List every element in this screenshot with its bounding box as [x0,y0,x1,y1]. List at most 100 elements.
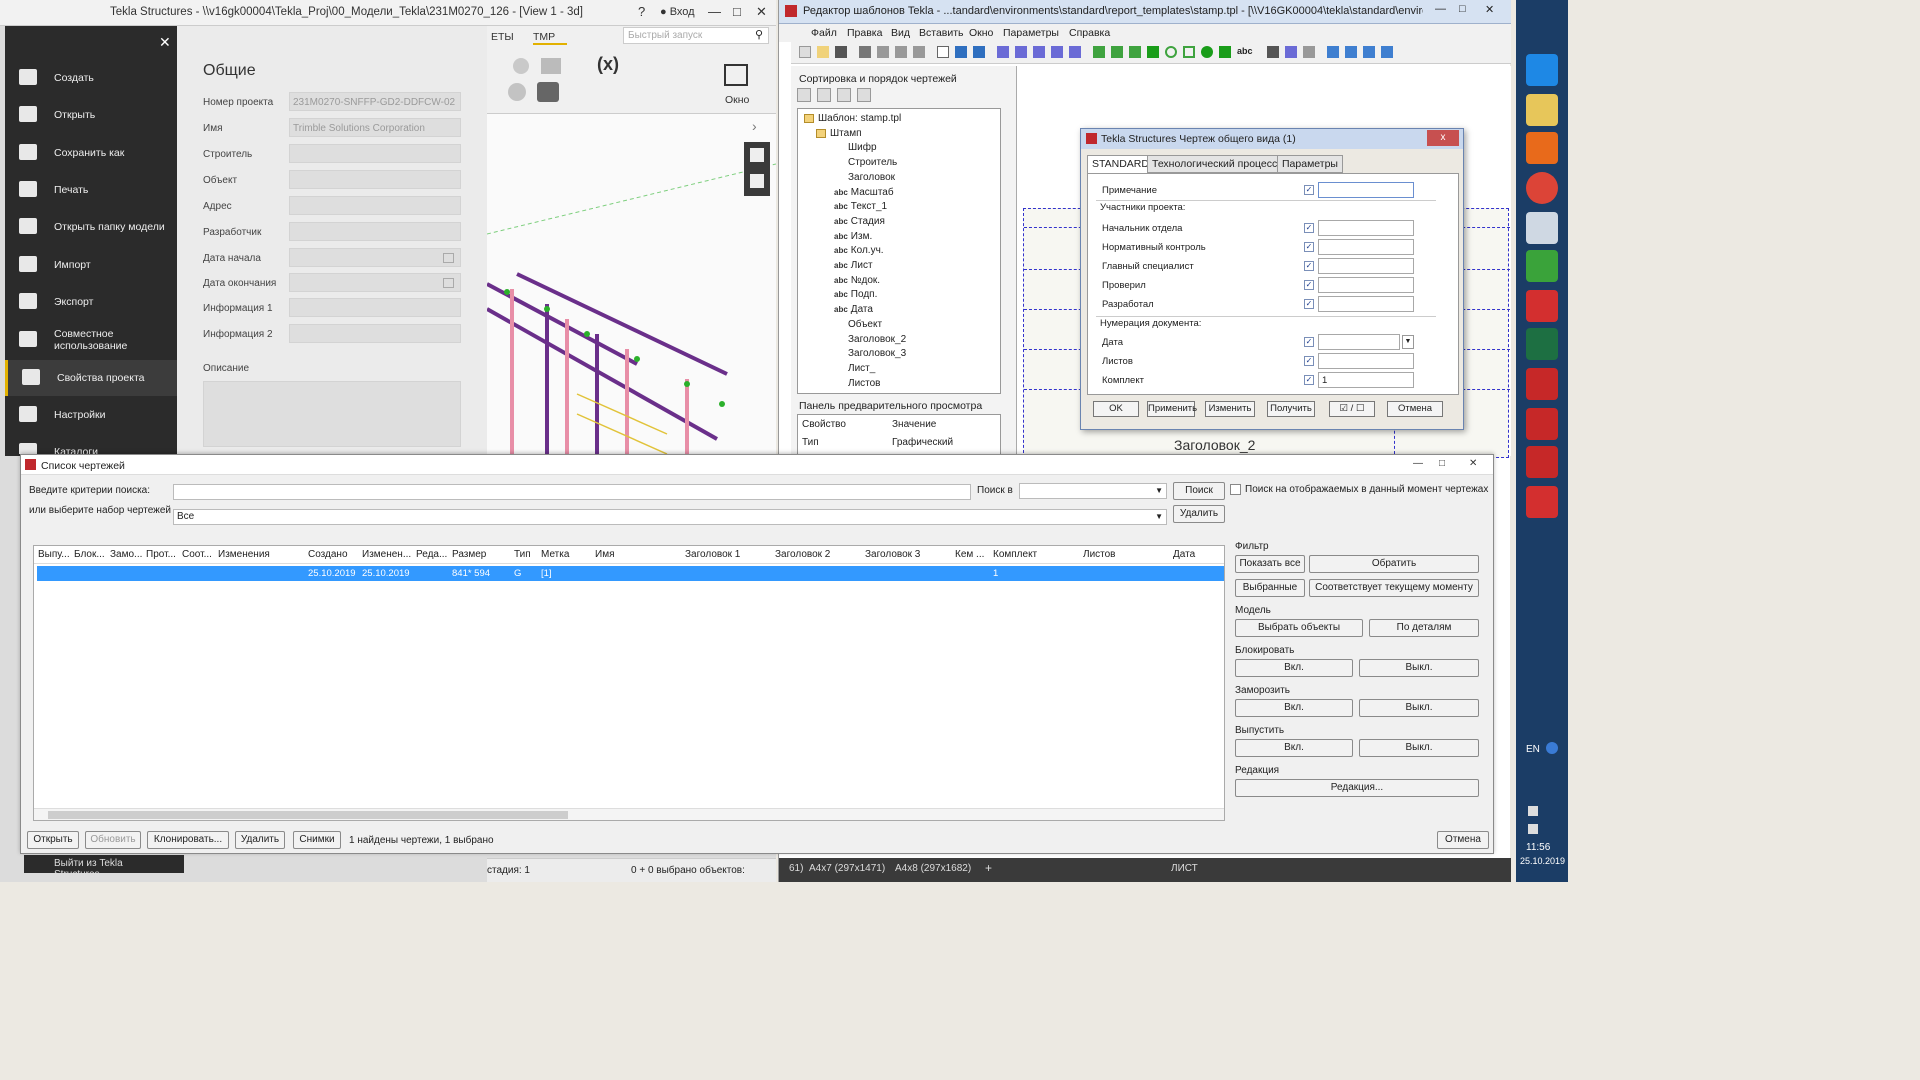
participant-field[interactable] [1318,258,1414,274]
sheet-tab[interactable]: A4x8 (297x1682) [895,863,971,874]
move-bottom-icon[interactable] [857,88,871,102]
column-header[interactable]: Кем ... [955,549,989,560]
sheet-mode-label[interactable]: ЛИСТ [1171,863,1198,874]
tree-item[interactable]: abc Текст_1 [834,201,887,212]
update-button[interactable]: Обновить [85,831,141,849]
menu-file[interactable]: Файл [811,27,837,39]
filled-rect-icon[interactable] [1219,46,1231,58]
participant-field[interactable] [1318,220,1414,236]
sheet-tab[interactable]: 61) [789,863,803,874]
maximize-button[interactable]: □ [1439,458,1445,469]
help-button[interactable]: ? [638,4,645,19]
search-button[interactable]: Поиск [1173,482,1225,500]
column-header[interactable]: Заголовок 1 [685,549,771,560]
column-header[interactable]: Тип [514,549,538,560]
move-top-icon[interactable] [837,88,851,102]
line-tool-icon[interactable] [1093,46,1105,58]
nav-item-project-properties[interactable]: Свойства проекта [5,360,177,396]
search-in-select[interactable]: ▼ [1019,483,1167,499]
nav-item-new[interactable]: Создать [5,60,177,96]
nav-item-open-model-folder[interactable]: Открыть папку модели [5,209,177,245]
tree-item[interactable]: abc Стадия [834,216,885,227]
text-tool-icon[interactable]: abc [1237,46,1253,56]
delete-icon[interactable] [913,46,925,58]
tree-item[interactable]: Лист_ [834,363,875,374]
zoom-fit-icon[interactable] [1381,46,1393,58]
clock-time[interactable]: 11:56 [1526,842,1550,853]
info2-field[interactable] [289,324,461,343]
issue-off-button[interactable]: Выкл. [1359,739,1479,757]
chrome-icon[interactable] [1526,172,1558,204]
menu-insert[interactable]: Вставить [919,27,964,39]
menu-window[interactable]: Окно [969,27,993,39]
tree-item[interactable]: abc Кол.уч. [834,245,884,256]
address-field[interactable] [289,196,461,215]
column-header[interactable]: Прот... [146,549,180,560]
object-field[interactable] [289,170,461,189]
tree-item[interactable]: abc Масштаб [834,187,894,198]
tree-item[interactable]: Заголовок_2 [834,334,906,345]
project-number-field[interactable]: 231M0270-SNFFP-GD2-DDFCW-02 [289,92,461,111]
pan-icon[interactable] [1327,46,1339,58]
tree-item[interactable]: Листов [834,378,881,389]
language-indicator[interactable]: EN [1526,744,1540,755]
ribbon-tab-tmp[interactable]: TMP [533,31,567,45]
participant-checkbox[interactable]: ✓ [1304,261,1314,271]
calendar-icon[interactable] [443,253,454,263]
maximize-button[interactable]: □ [1459,3,1466,15]
scrollbar-thumb[interactable] [48,811,568,819]
column-header[interactable]: Выпу... [38,549,72,560]
drawing-set-select[interactable]: Все ▼ [173,509,1167,525]
window-icon[interactable] [724,64,748,86]
new-icon[interactable] [799,46,811,58]
nav-item-save-as[interactable]: Сохранить как [5,135,177,171]
numbering-checkbox[interactable]: ✓ [1304,337,1314,347]
close-button[interactable]: ✕ [1469,458,1477,469]
login-button[interactable]: ● Вход [660,6,695,18]
by-parts-button[interactable]: По деталям [1369,619,1479,637]
formula-icon[interactable]: (x) [597,54,631,80]
nav-item-sharing[interactable]: Совместное использование [5,322,177,358]
align-icon[interactable] [1051,46,1063,58]
media-player-icon[interactable] [1526,132,1558,164]
backstage-close-icon[interactable]: ✕ [159,34,171,51]
invert-button[interactable]: Обратить [1309,555,1479,573]
menu-help[interactable]: Справка [1069,27,1110,39]
chevron-down-icon[interactable]: ▼ [1402,335,1414,349]
nav-item-print[interactable]: Печать [5,172,177,208]
tree-item[interactable]: Шаблон: stamp.tpl [804,113,901,124]
minimize-button[interactable]: — [708,4,721,19]
end-date-field[interactable] [289,273,461,292]
participant-checkbox[interactable]: ✓ [1304,223,1314,233]
selected-button[interactable]: Выбранные [1235,579,1305,597]
participant-checkbox[interactable]: ✓ [1304,280,1314,290]
excel-icon[interactable] [1526,328,1558,360]
select-pointer-icon[interactable] [937,46,949,58]
add-sheet-icon[interactable]: + [985,861,992,875]
column-header[interactable]: Изменения [218,549,298,560]
issue-on-button[interactable]: Вкл. [1235,739,1353,757]
minimize-button[interactable]: — [1413,458,1423,469]
sheets-field[interactable] [1318,353,1414,369]
modify-button[interactable]: Изменить [1205,401,1255,417]
column-header[interactable]: Блок... [74,549,108,560]
flag-icon[interactable] [1528,806,1538,816]
show-all-button[interactable]: Показать все [1235,555,1305,573]
quick-launch-input[interactable]: Быстрый запуск [623,27,769,44]
volume-icon[interactable] [1528,824,1538,834]
description-field[interactable] [203,381,461,447]
set-field[interactable]: 1 [1318,372,1414,388]
open-button[interactable]: Открыть [27,831,79,849]
column-header[interactable]: Изменен... [362,549,412,560]
column-header[interactable]: Имя [595,549,681,560]
chevron-right-icon[interactable]: › [752,118,757,134]
menu-options[interactable]: Параметры [1003,27,1059,39]
tree-item[interactable]: Шифр [834,142,877,153]
participant-field[interactable] [1318,239,1414,255]
zoom-out-icon[interactable] [1363,46,1375,58]
tree-item[interactable]: Заголовок_3 [834,348,906,359]
participant-checkbox[interactable]: ✓ [1304,299,1314,309]
model-3d-viewport[interactable] [487,114,776,454]
table-row[interactable]: 25.10.2019 25.10.2019 841* 594 G [1] 1 [37,566,1224,581]
get-button[interactable]: Получить [1267,401,1315,417]
